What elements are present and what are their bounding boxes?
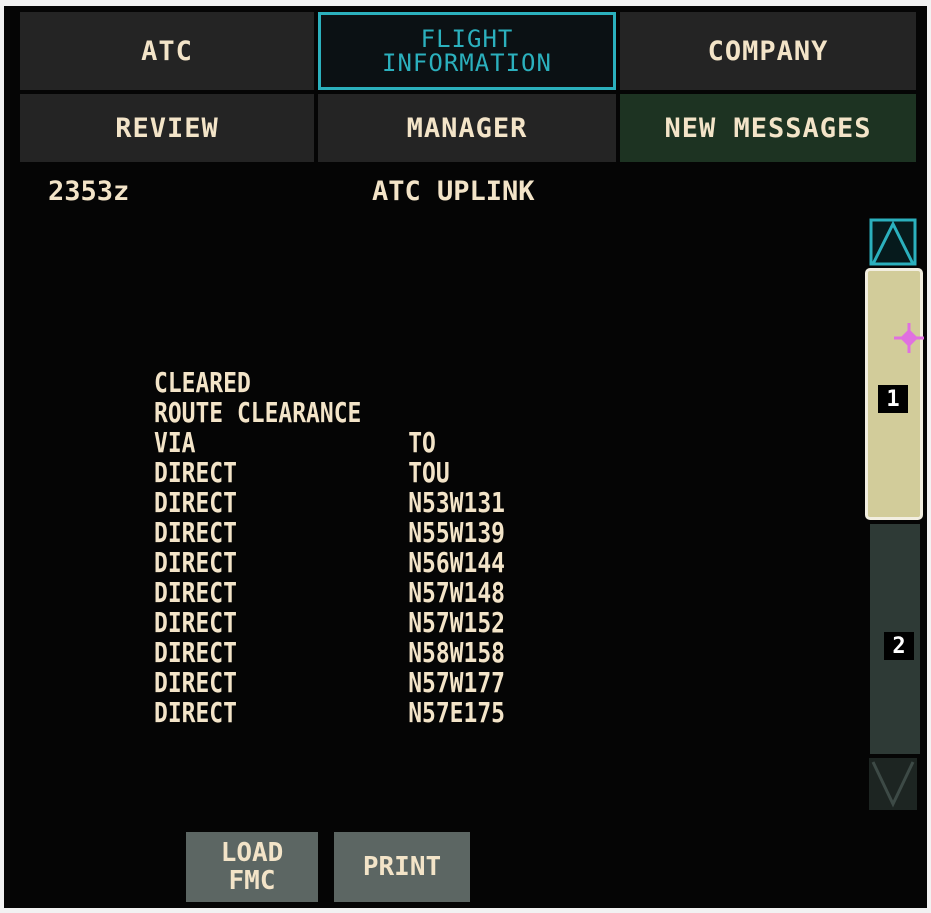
tab-review[interactable]: REVIEW — [20, 94, 314, 162]
message-line: DIRECT N57W148 — [154, 578, 505, 608]
message-line: DIRECT N57E175 — [154, 698, 505, 728]
tab-flight-information-line1: FLIGHT — [420, 25, 514, 53]
scroll-up-button[interactable] — [869, 218, 917, 266]
message-line-via: DIRECT — [154, 666, 237, 699]
message-line-via: DIRECT — [154, 516, 237, 549]
message-line-via: DIRECT — [154, 546, 237, 579]
tab-atc[interactable]: ATC — [20, 12, 314, 90]
tab-review-label: REVIEW — [115, 112, 219, 144]
message-line: DIRECT N56W144 — [154, 548, 505, 578]
tab-new-messages-label: NEW MESSAGES — [664, 112, 872, 144]
page-indicator-1: 1 — [878, 385, 908, 413]
message-line-via: DIRECT — [154, 456, 237, 489]
message-line-via: DIRECT — [154, 576, 237, 609]
message-line: DIRECT N57W152 — [154, 608, 505, 638]
message-line-to: N57W148 — [408, 576, 505, 609]
message-line-via: DIRECT — [154, 696, 237, 729]
message-line-via: ROUTE CLEARANCE — [154, 396, 362, 429]
tab-flight-information-line2: INFORMATION — [382, 49, 552, 77]
cpdlc-display: ATC FLIGHT INFORMATION COMPANY REVIEW MA… — [4, 6, 927, 908]
tab-atc-label: ATC — [141, 35, 193, 67]
message-line-to: N57W177 — [408, 666, 505, 699]
message-line: ROUTE CLEARANCE — [154, 398, 505, 428]
message-line: CLEARED — [154, 368, 505, 398]
message-line-to: TOU — [408, 456, 450, 489]
message-time: 2353z — [48, 176, 130, 207]
message-line-via: VIA — [154, 426, 196, 459]
message-line-to: N57W152 — [408, 606, 505, 639]
message-line: DIRECT N55W139 — [154, 518, 505, 548]
load-fmc-button[interactable]: LOAD FMC — [186, 832, 318, 902]
scroll-thumb[interactable]: 1 — [865, 268, 924, 520]
message-line-to: N55W139 — [408, 516, 505, 549]
scroll-down-button[interactable] — [869, 758, 917, 810]
message-line-via: DIRECT — [154, 606, 237, 639]
tab-manager[interactable]: MANAGER — [318, 94, 616, 162]
down-arrow-icon — [869, 758, 917, 810]
message-line: VIA TO — [154, 428, 505, 458]
print-button[interactable]: PRINT — [334, 832, 470, 902]
tab-manager-label: MANAGER — [406, 112, 528, 144]
message-line: DIRECT TOU — [154, 458, 505, 488]
print-label: PRINT — [362, 852, 442, 882]
message-body: CLEARED ROUTE CLEARANCE VIA TO DIRECT TOU DIRE… — [154, 368, 505, 728]
message-title: ATC UPLINK — [372, 176, 535, 207]
message-line-to: N53W131 — [408, 486, 505, 519]
message-line: DIRECT N57W177 — [154, 668, 505, 698]
message-line-via: CLEARED — [154, 366, 251, 399]
page-indicator-2: 2 — [884, 632, 914, 660]
load-fmc-line1: LOAD — [220, 838, 284, 868]
message-line-to: TO — [408, 426, 436, 459]
tab-company[interactable]: COMPANY — [620, 12, 916, 90]
message-line-to: N57E175 — [408, 696, 505, 729]
message-line-to: N58W158 — [408, 636, 505, 669]
magenta-crosshair-icon — [894, 323, 924, 353]
tab-flight-information[interactable]: FLIGHT INFORMATION — [318, 12, 616, 90]
message-line-via: DIRECT — [154, 486, 237, 519]
up-arrow-icon — [869, 218, 917, 266]
load-fmc-line2: FMC — [228, 866, 276, 896]
message-line-to: N56W144 — [408, 546, 505, 579]
scroll-track[interactable]: 2 — [870, 524, 920, 754]
message-line: DIRECT N53W131 — [154, 488, 505, 518]
tab-company-label: COMPANY — [707, 35, 829, 67]
tab-new-messages[interactable]: NEW MESSAGES — [620, 94, 916, 162]
message-line-via: DIRECT — [154, 636, 237, 669]
message-line: DIRECT N58W158 — [154, 638, 505, 668]
